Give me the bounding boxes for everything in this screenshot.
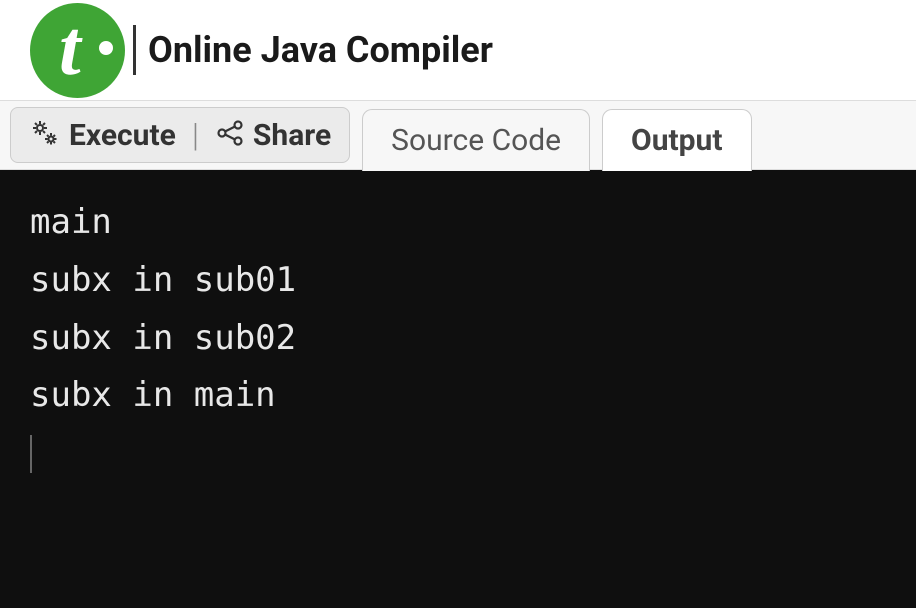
gears-icon bbox=[29, 117, 61, 153]
execute-button[interactable]: Execute bbox=[29, 117, 176, 153]
toolbar: Execute | Share Source Code Output bbox=[0, 100, 916, 170]
share-button[interactable]: Share bbox=[215, 118, 331, 153]
action-button-group: Execute | Share bbox=[10, 107, 350, 163]
output-line: subx in main bbox=[30, 375, 276, 415]
logo: t bbox=[30, 3, 125, 98]
tab-output[interactable]: Output bbox=[602, 109, 751, 171]
text-cursor bbox=[30, 435, 32, 473]
output-panel[interactable]: main subx in sub01 subx in sub02 subx in… bbox=[0, 170, 916, 608]
tab-source-label: Source Code bbox=[391, 123, 561, 158]
tab-output-label: Output bbox=[631, 123, 722, 158]
tab-source-code[interactable]: Source Code bbox=[362, 109, 590, 171]
execute-label: Execute bbox=[69, 118, 176, 153]
output-line: subx in sub01 bbox=[30, 260, 296, 300]
page-title: Online Java Compiler bbox=[148, 29, 493, 71]
share-icon bbox=[215, 118, 245, 152]
button-separator: | bbox=[192, 116, 199, 154]
logo-letter: t bbox=[59, 3, 81, 93]
header: t Online Java Compiler bbox=[0, 0, 916, 100]
output-line: subx in sub02 bbox=[30, 318, 296, 358]
logo-dot bbox=[99, 41, 113, 55]
output-line: main bbox=[30, 202, 112, 242]
header-divider bbox=[133, 25, 136, 75]
share-label: Share bbox=[253, 118, 331, 153]
